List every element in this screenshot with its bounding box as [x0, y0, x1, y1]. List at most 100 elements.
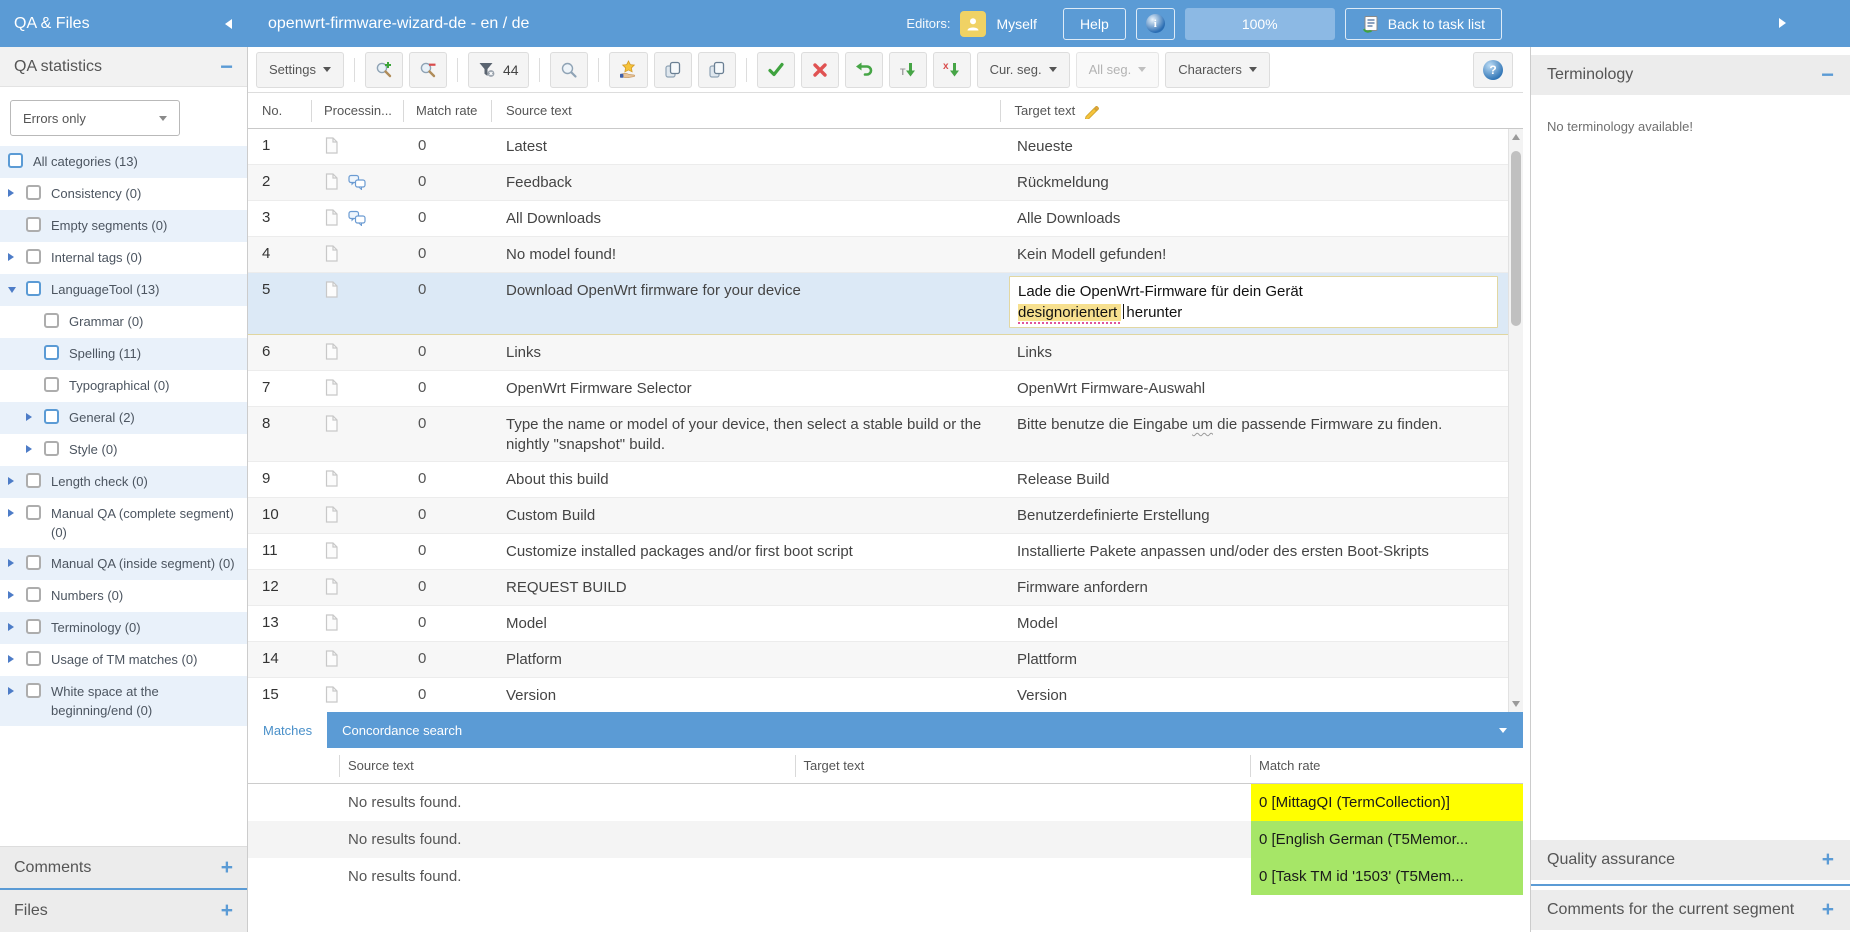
- target-text-cell[interactable]: Alle Downloads: [1003, 201, 1508, 235]
- tree-item-terminology-0[interactable]: Terminology (0): [0, 612, 247, 644]
- column-header-processing[interactable]: Processin...: [312, 100, 404, 122]
- next-unconfirmed-button[interactable]: x: [933, 52, 971, 88]
- characters-dropdown[interactable]: Characters: [1165, 52, 1270, 88]
- copy-source-button[interactable]: [654, 52, 692, 88]
- tree-item-typographical-0[interactable]: Typographical (0): [0, 370, 247, 402]
- expand-segment-comments-icon[interactable]: +: [1822, 898, 1834, 922]
- target-text-cell[interactable]: Firmware anfordern: [1003, 570, 1508, 604]
- terminology-panel-header[interactable]: Terminology −: [1531, 55, 1850, 95]
- settings-dropdown[interactable]: Settings: [256, 52, 344, 88]
- grid-scrollbar[interactable]: [1508, 129, 1523, 712]
- source-text-cell[interactable]: All Downloads: [492, 201, 1003, 235]
- tree-item-empty-segments-0[interactable]: Empty segments (0): [0, 210, 247, 242]
- target-edit-box[interactable]: Lade die OpenWrt-Firmware für dein Gerät…: [1009, 276, 1498, 328]
- tree-item-general-2[interactable]: General (2): [0, 402, 247, 434]
- checkbox-manual-qa-inside-segment-0[interactable]: [26, 555, 41, 570]
- checkbox-numbers-0[interactable]: [26, 587, 41, 602]
- expand-arrow-icon[interactable]: [8, 509, 14, 517]
- zoom-in-button[interactable]: [365, 52, 403, 88]
- target-text-cell[interactable]: Bitte benutze die Eingabe um die passend…: [1003, 407, 1508, 441]
- expand-right-panel-icon[interactable]: [1779, 18, 1786, 28]
- target-text-cell[interactable]: Plattform: [1003, 642, 1508, 676]
- expand-arrow-icon[interactable]: [8, 477, 14, 485]
- target-text-cell[interactable]: Release Build: [1003, 462, 1508, 496]
- help-button[interactable]: Help: [1063, 8, 1126, 40]
- tree-item-manual-qa-inside-segment-0[interactable]: Manual QA (inside segment) (0): [0, 548, 247, 580]
- segment-comments-panel-header[interactable]: Comments for the current segment +: [1531, 890, 1850, 930]
- table-row-segment-10[interactable]: 100Custom BuildBenutzerdefinierte Erstel…: [248, 498, 1508, 534]
- tree-item-numbers-0[interactable]: Numbers (0): [0, 580, 247, 612]
- column-header-no[interactable]: No.: [248, 100, 312, 122]
- tree-item-grammar-0[interactable]: Grammar (0): [0, 306, 247, 338]
- tree-item-usage-of-tm-matches-0[interactable]: Usage of TM matches (0): [0, 644, 247, 676]
- tree-item-manual-qa-complete-segment-0[interactable]: Manual QA (complete segment) (0): [0, 498, 247, 548]
- table-row-segment-6[interactable]: 60LinksLinks: [248, 335, 1508, 371]
- table-row-segment-9[interactable]: 90About this buildRelease Build: [248, 462, 1508, 498]
- target-text-cell[interactable]: Model: [1003, 606, 1508, 640]
- source-text-cell[interactable]: Download OpenWrt firmware for your devic…: [492, 273, 1003, 307]
- toolbar-help-button[interactable]: ?: [1473, 52, 1513, 88]
- qa-statistics-header[interactable]: QA statistics −: [0, 47, 247, 87]
- checkbox-white-space-at-the-beginning-end-0[interactable]: [26, 683, 41, 698]
- tree-item-white-space-at-the-beginning-end-0[interactable]: White space at the beginning/end (0): [0, 676, 247, 726]
- column-header-source-text[interactable]: Source text: [492, 100, 1001, 122]
- expand-arrow-icon[interactable]: [8, 623, 14, 631]
- checkbox-general-2[interactable]: [44, 409, 59, 424]
- target-text-cell[interactable]: Installierte Pakete anpassen und/oder de…: [1003, 534, 1508, 568]
- matches-column-target[interactable]: Target text: [796, 755, 1252, 777]
- source-text-cell[interactable]: Latest: [492, 129, 1003, 163]
- source-text-cell[interactable]: Model: [492, 606, 1003, 640]
- tree-item-internal-tags-0[interactable]: Internal tags (0): [0, 242, 247, 274]
- scroll-up-icon[interactable]: [1512, 134, 1520, 140]
- checkbox-all-categories-13[interactable]: [8, 153, 23, 168]
- tree-item-consistency-0[interactable]: Consistency (0): [0, 178, 247, 210]
- scrollbar-thumb[interactable]: [1511, 151, 1521, 326]
- source-text-cell[interactable]: Feedback: [492, 165, 1003, 199]
- back-to-task-list-button[interactable]: Back to task list: [1345, 8, 1502, 40]
- table-row-segment-5[interactable]: 50Download OpenWrt firmware for your dev…: [248, 273, 1508, 335]
- table-row-segment-4[interactable]: 40No model found!Kein Modell gefunden!: [248, 237, 1508, 273]
- target-text-cell[interactable]: Benutzerdefinierte Erstellung: [1003, 498, 1508, 532]
- all-segments-dropdown[interactable]: All seg.: [1076, 52, 1160, 88]
- table-row-segment-2[interactable]: 20FeedbackRückmeldung: [248, 165, 1508, 201]
- reject-segment-button[interactable]: [801, 52, 839, 88]
- quality-assurance-panel-header[interactable]: Quality assurance +: [1531, 840, 1850, 880]
- errors-filter-dropdown[interactable]: Errors only: [10, 100, 180, 136]
- checkbox-usage-of-tm-matches-0[interactable]: [26, 651, 41, 666]
- tree-item-length-check-0[interactable]: Length check (0): [0, 466, 247, 498]
- source-text-cell[interactable]: Type the name or model of your device, t…: [492, 407, 1003, 461]
- collapse-terminology-icon[interactable]: −: [1821, 67, 1834, 83]
- expand-arrow-icon[interactable]: [8, 687, 14, 695]
- checkbox-internal-tags-0[interactable]: [26, 249, 41, 264]
- collapse-sidebar-icon[interactable]: [225, 19, 232, 29]
- table-row-segment-8[interactable]: 80Type the name or model of your device,…: [248, 407, 1508, 462]
- checkbox-length-check-0[interactable]: [26, 473, 41, 488]
- source-text-cell[interactable]: Links: [492, 335, 1003, 369]
- expand-quality-assurance-icon[interactable]: +: [1822, 848, 1834, 872]
- table-row-segment-3[interactable]: 30All DownloadsAlle Downloads: [248, 201, 1508, 237]
- checkbox-typographical-0[interactable]: [44, 377, 59, 392]
- checkbox-style-0[interactable]: [44, 441, 59, 456]
- collapse-arrow-icon[interactable]: [8, 287, 16, 293]
- table-row-segment-12[interactable]: 120REQUEST BUILDFirmware anfordern: [248, 570, 1508, 606]
- target-text-cell[interactable]: Kein Modell gefunden!: [1003, 237, 1508, 271]
- table-row-segment-13[interactable]: 130ModelModel: [248, 606, 1508, 642]
- target-text-cell[interactable]: OpenWrt Firmware-Auswahl: [1003, 371, 1508, 405]
- table-row-segment-7[interactable]: 70OpenWrt Firmware SelectorOpenWrt Firmw…: [248, 371, 1508, 407]
- source-text-cell[interactable]: No model found!: [492, 237, 1003, 271]
- tree-item-spelling-11[interactable]: Spelling (11): [0, 338, 247, 370]
- table-row-segment-14[interactable]: 140PlatformPlattform: [248, 642, 1508, 678]
- checkbox-languagetool-13[interactable]: [26, 281, 41, 296]
- checkbox-manual-qa-complete-segment-0[interactable]: [26, 505, 41, 520]
- undo-button[interactable]: [845, 52, 883, 88]
- copy-all-button[interactable]: [698, 52, 736, 88]
- checkbox-terminology-0[interactable]: [26, 619, 41, 634]
- expand-arrow-icon[interactable]: [8, 189, 14, 197]
- target-text-cell[interactable]: Version: [1003, 678, 1508, 712]
- files-panel-header[interactable]: Files +: [0, 890, 247, 932]
- collapse-panel-icon[interactable]: −: [220, 59, 233, 75]
- checkbox-spelling-11[interactable]: [44, 345, 59, 360]
- expand-arrow-icon[interactable]: [26, 445, 32, 453]
- expand-files-icon[interactable]: +: [221, 899, 233, 923]
- tree-item-all-categories-13[interactable]: All categories (13): [0, 146, 247, 178]
